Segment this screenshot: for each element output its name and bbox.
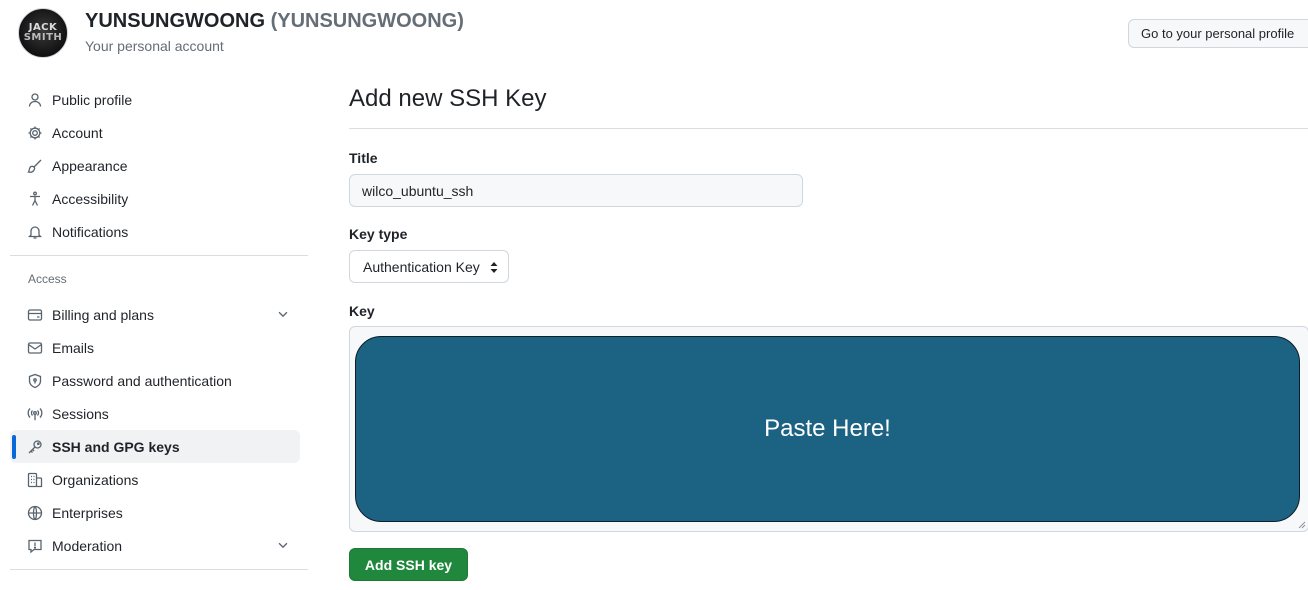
sidebar-item-label: SSH and GPG keys xyxy=(52,438,180,455)
add-ssh-key-button[interactable]: Add SSH key xyxy=(349,548,468,581)
title-field-label: Title xyxy=(349,150,378,166)
mail-icon xyxy=(26,339,44,357)
go-to-profile-button[interactable]: Go to your personal profile xyxy=(1128,19,1308,48)
globe-icon xyxy=(26,504,44,522)
sidebar-item-moderation[interactable]: Moderation xyxy=(10,529,300,562)
bell-icon xyxy=(26,223,44,241)
key-field-label: Key xyxy=(349,303,375,319)
sidebar-section-access: Access xyxy=(28,272,67,286)
resize-grip-icon[interactable] xyxy=(1298,521,1306,529)
sidebar-item-emails[interactable]: Emails xyxy=(10,331,300,364)
chevron-down-icon[interactable] xyxy=(276,307,290,321)
avatar[interactable]: JACK SMITH xyxy=(18,8,68,58)
settings-sidebar: Public profile Account Appearance Access… xyxy=(10,83,308,570)
title-divider xyxy=(349,128,1308,129)
accessibility-icon xyxy=(26,190,44,208)
sidebar-item-organizations[interactable]: Organizations xyxy=(10,463,300,496)
sidebar-item-label: Accessibility xyxy=(52,190,129,207)
sidebar-item-label: Appearance xyxy=(52,157,128,174)
account-username: YUNSUNGWOONG xyxy=(85,9,265,32)
organization-icon xyxy=(26,471,44,489)
sidebar-item-sessions[interactable]: Sessions xyxy=(10,397,300,430)
sidebar-divider xyxy=(10,569,308,570)
sidebar-item-appearance[interactable]: Appearance xyxy=(10,149,300,182)
account-header-text: YUNSUNGWOONG (YUNSUNGWOONG) Your persona… xyxy=(85,10,464,54)
sidebar-item-notifications[interactable]: Notifications xyxy=(10,215,300,248)
sidebar-item-label: Notifications xyxy=(52,223,129,240)
key-type-label: Key type xyxy=(349,226,408,242)
sidebar-item-label: Password and authentication xyxy=(52,372,232,389)
sidebar-item-label: Organizations xyxy=(52,471,139,488)
sidebar-item-label: Public profile xyxy=(52,91,133,108)
sidebar-item-public-profile[interactable]: Public profile xyxy=(10,83,300,116)
sidebar-item-account[interactable]: Account xyxy=(10,116,300,149)
key-type-selected-value: Authentication Key xyxy=(363,258,480,275)
select-arrows-icon xyxy=(490,262,498,273)
ssh-settings-page: JACK SMITH YUNSUNGWOONG (YUNSUNGWOONG) Y… xyxy=(0,0,1308,590)
gear-icon xyxy=(26,124,44,142)
sidebar-item-label: Billing and plans xyxy=(52,306,154,323)
sidebar-item-accessibility[interactable]: Accessibility xyxy=(10,182,300,215)
sidebar-item-label: Enterprises xyxy=(52,504,123,521)
shield-lock-icon xyxy=(26,372,44,390)
sidebar-item-enterprises[interactable]: Enterprises xyxy=(10,496,300,529)
add-ssh-key-form: Add new SSH Key Title Key type Authentic… xyxy=(349,85,1308,581)
report-icon xyxy=(26,537,44,555)
sidebar-item-ssh-gpg-keys[interactable]: SSH and GPG keys xyxy=(10,430,300,463)
avatar-text-bottom: SMITH xyxy=(23,32,63,43)
sidebar-item-billing[interactable]: Billing and plans xyxy=(10,298,300,331)
broadcast-icon xyxy=(26,405,44,423)
account-name[interactable]: YUNSUNGWOONG (YUNSUNGWOONG) xyxy=(85,10,464,33)
paintbrush-icon xyxy=(26,157,44,175)
chevron-down-icon[interactable] xyxy=(276,538,290,552)
page-title: Add new SSH Key xyxy=(349,85,547,112)
account-subtitle: Your personal account xyxy=(85,37,224,54)
account-login: (YUNSUNGWOONG) xyxy=(270,9,464,32)
key-type-select[interactable]: Authentication Key xyxy=(349,250,509,283)
account-header: JACK SMITH YUNSUNGWOONG (YUNSUNGWOONG) Y… xyxy=(18,8,464,58)
sidebar-item-label: Emails xyxy=(52,339,95,356)
credit-card-icon xyxy=(26,306,44,324)
person-icon xyxy=(26,91,44,109)
sidebar-item-password[interactable]: Password and authentication xyxy=(10,364,300,397)
sidebar-item-label: Sessions xyxy=(52,405,109,422)
key-textarea[interactable]: Paste Here! xyxy=(349,326,1308,532)
paste-here-text: Paste Here! xyxy=(764,415,891,442)
title-input[interactable] xyxy=(349,174,803,207)
key-icon xyxy=(26,438,44,456)
paste-here-overlay: Paste Here! xyxy=(355,336,1300,522)
sidebar-divider xyxy=(10,255,308,256)
sidebar-item-label: Moderation xyxy=(52,537,123,554)
sidebar-item-label: Account xyxy=(52,124,103,141)
